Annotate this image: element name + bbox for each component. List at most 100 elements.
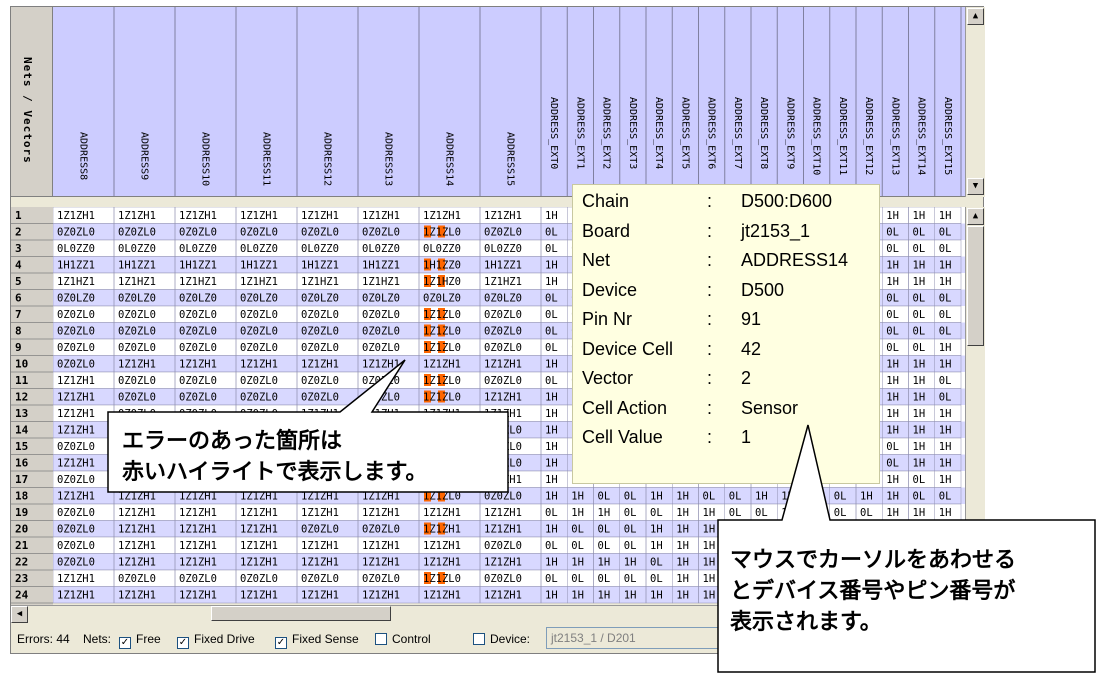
table-cell[interactable]: 0Z0ZL0 [118,309,156,321]
table-cell[interactable]: 0L [913,474,926,486]
table-cell[interactable]: 0L [598,540,611,552]
table-cell[interactable]: 0L0ZZ0 [484,243,522,255]
table-cell[interactable]: 1H [939,408,952,420]
table-cell[interactable]: 0Z0ZL0 [240,392,278,404]
table-cell[interactable]: 1H [571,557,584,569]
table-cell[interactable]: 0Z0ZL0 [484,375,522,387]
table-cell[interactable]: 1H [650,524,663,536]
table-cell[interactable]: 0Z0ZL0 [240,342,278,354]
device-field[interactable]: jt2153_1 / D201 [546,627,726,649]
table-cell[interactable]: 1Z1ZH1 [240,210,278,222]
table-cell[interactable]: 1Z1ZH1 [301,441,339,453]
table-cell[interactable]: 1H [886,524,899,536]
table-cell[interactable]: 1H [676,573,689,585]
table-cell[interactable]: 0L0ZZ0 [179,243,217,255]
table-cell[interactable]: 0L [545,326,558,338]
table-cell[interactable]: 1H [545,260,558,272]
table-cell[interactable]: 0Z0ZL0 [57,342,95,354]
table-cell[interactable]: 1H [834,557,847,569]
table-cell[interactable]: 0Z0ZL0 [57,441,95,453]
table-cell[interactable]: 1Z1ZH1 [423,590,461,602]
table-cell[interactable]: 1H [703,557,716,569]
fixed-drive-checkbox[interactable]: ✓ Fixed Drive [177,632,255,649]
table-cell[interactable]: 0Z0ZL0 [362,524,400,536]
table-cell[interactable]: 0L [886,309,899,321]
table-cell[interactable]: 0L [913,227,926,239]
table-cell[interactable]: 1H [676,524,689,536]
table-cell[interactable]: 1H [755,524,768,536]
table-cell[interactable]: 1H [703,590,716,602]
control-checkbox[interactable]: Control [375,632,431,646]
table-cell[interactable]: 0Z0LZ0 [423,293,461,305]
table-cell[interactable]: 0Z0ZL0 [179,342,217,354]
table-cell[interactable]: 1H [939,458,952,470]
table-cell[interactable]: 0Z0ZL0 [57,359,95,371]
table-cell[interactable]: 1Z1ZH1 [57,425,95,437]
table-cell[interactable]: 1H [729,557,742,569]
table-cell[interactable]: 1H [939,590,952,602]
table-cell[interactable]: 0Z0ZL0 [484,540,522,552]
table-cell[interactable]: 1H [598,590,611,602]
table-cell[interactable]: 1Z1ZH1 [484,507,522,519]
table-cell[interactable]: 0Z0ZL0 [118,326,156,338]
table-cell[interactable]: 1H [913,375,926,387]
table-cell[interactable]: 1H [703,540,716,552]
table-cell[interactable]: 1H [703,507,716,519]
table-cell[interactable]: 1Z1ZH1 [240,540,278,552]
table-cell[interactable]: 0L [545,243,558,255]
table-cell[interactable]: 1H [913,210,926,222]
table-cell[interactable]: 1H [729,573,742,585]
table-cell[interactable]: 1Z1ZH1 [362,425,400,437]
table-cell[interactable]: 1Z1ZH1 [57,491,95,503]
table-cell[interactable]: 1H [939,260,952,272]
table-cell[interactable]: 0Z0LZ0 [57,293,95,305]
table-cell[interactable]: 1H [939,425,952,437]
table-cell[interactable]: 1H [781,557,794,569]
table-cell[interactable]: 0L [545,342,558,354]
table-cell[interactable]: 1H [755,491,768,503]
table-cell[interactable]: 0L [939,227,952,239]
table-cell[interactable]: 0Z0ZL0 [118,342,156,354]
table-cell[interactable]: 0L [545,507,558,519]
table-cell[interactable]: 1H [939,441,952,453]
table-cell[interactable]: 1H [545,276,558,288]
table-cell[interactable]: 1Z1ZL0 [423,375,461,387]
scrollbar-thumb[interactable] [211,606,391,621]
table-cell[interactable]: 1H [886,507,899,519]
table-cell[interactable]: 0Z0ZL0 [362,375,400,387]
table-cell[interactable]: 1H [939,342,952,354]
table-cell[interactable]: 1H [886,540,899,552]
table-cell[interactable]: 1Z1ZH1 [118,507,156,519]
table-cell[interactable]: 1H [624,557,637,569]
table-cell[interactable]: 1Z1ZH1 [301,458,339,470]
table-cell[interactable]: 0L [729,491,742,503]
table-cell[interactable]: 1Z1ZH1 [362,540,400,552]
table-cell[interactable]: 1Z1ZH1 [240,474,278,486]
table-cell[interactable]: 1Z1ZH1 [362,210,400,222]
table-cell[interactable]: 0Z0ZL0 [301,326,339,338]
table-cell[interactable]: 1Z1ZH1 [301,210,339,222]
table-cell[interactable]: 1H [598,557,611,569]
table-cell[interactable]: 1Z1ZH1 [179,524,217,536]
table-cell[interactable]: 1H [781,491,794,503]
table-cell[interactable]: 1H [781,507,794,519]
scroll-up-icon[interactable]: ▲ [967,8,984,25]
table-cell[interactable]: 1Z1ZL0 [423,227,461,239]
table-cell[interactable]: 1Z1HZ1 [484,276,522,288]
table-cell[interactable]: 1H [913,590,926,602]
table-cell[interactable]: 1H [939,359,952,371]
table-cell[interactable]: 0Z0ZL0 [240,375,278,387]
table-cell[interactable]: 1Z1ZH1 [240,441,278,453]
table-cell[interactable]: 0L [755,507,768,519]
table-cell[interactable]: 1Z1ZH1 [179,491,217,503]
table-cell[interactable]: 0Z0ZL0 [301,309,339,321]
table-cell[interactable]: 1Z1ZH1 [301,540,339,552]
table-cell[interactable]: 1Z1ZH1 [118,524,156,536]
table-cell[interactable]: 0L [624,491,637,503]
table-cell[interactable]: 1H1ZZ1 [362,260,400,272]
table-cell[interactable]: 0Z0ZL0 [179,573,217,585]
table-cell[interactable]: 0L [624,540,637,552]
table-cell[interactable]: 1Z1ZH1 [179,210,217,222]
table-cell[interactable]: 0L [886,227,899,239]
table-cell[interactable]: 1H [860,491,873,503]
